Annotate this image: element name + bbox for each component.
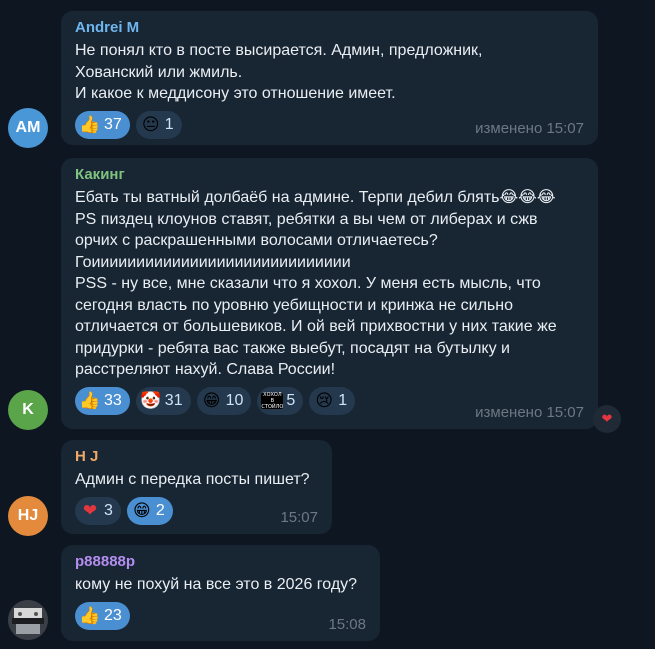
message-line: Админ с передка посты пишет? (75, 471, 310, 488)
avatar-initials: K (22, 401, 34, 418)
reaction-thumbs-up[interactable]: 👍 37 (75, 110, 130, 139)
reactions-bar: 👍 23 (75, 601, 366, 630)
reaction-count: 2 (155, 501, 165, 519)
message-line: расстреляют нахуй. Слава России! (75, 361, 336, 378)
message-text: Ебать ты ватный долбаёб на админе. Терпи… (75, 187, 584, 381)
avatar-photo (8, 600, 48, 640)
message-timestamp: изменено 15:07 (475, 404, 584, 421)
reaction-custom-sticker[interactable]: ХОХОЛ В СТОЙЛО 5 (257, 386, 304, 415)
message-timestamp: 15:08 (328, 616, 366, 633)
author-name[interactable]: Andrei M (75, 19, 584, 36)
reaction-thumbs-up[interactable]: 👍 33 (75, 386, 130, 415)
reaction-count: 5 (286, 391, 296, 409)
message-bubble[interactable]: p88888p кому не похуй на все это в 2026 … (61, 545, 380, 641)
message-line: кому не похуй на все это в 2026 году? (75, 576, 358, 593)
thumbs-up-icon: 👍 (79, 115, 101, 134)
message-line: орчих с раскрашенными волосами отличаете… (75, 232, 438, 249)
reaction-crying[interactable]: 😢 1 (309, 386, 356, 415)
neutral-face-icon: 😐 (141, 115, 160, 134)
reaction-clown[interactable]: 🤡 31 (135, 386, 191, 415)
thumbs-up-icon: 👍 (79, 391, 101, 410)
clown-face-icon: 🤡 (140, 391, 162, 410)
heart-icon[interactable]: ❤ (593, 405, 621, 433)
message-line: Гоиииииииииииииииииииииииииииии (75, 253, 351, 271)
avatar-initials: HJ (17, 507, 39, 524)
reaction-count: 31 (164, 391, 183, 409)
reaction-count: 33 (104, 391, 122, 409)
avatar[interactable]: K (8, 390, 48, 430)
message-line: PSS - ну все, мне сказали что я хохол. У… (75, 275, 541, 292)
custom-sticker-icon: ХОХОЛ В СТОЙЛО (261, 392, 284, 410)
message-bubble[interactable]: Какинг Ебать ты ватный долбаёб на админе… (61, 158, 598, 429)
message-line: придурки - ребята вас также выебут, поса… (75, 339, 510, 357)
message-text: Не понял кто в посте высирается. Админ, … (75, 40, 584, 105)
reaction-grinning[interactable]: 😁 2 (126, 496, 173, 525)
message-line: сегодня власть по уровню уебищности и кр… (75, 296, 513, 314)
message-line: Хованский или жмиль. (75, 63, 243, 81)
reaction-count: 3 (104, 501, 113, 519)
reaction-neutral-face[interactable]: 😐 1 (135, 110, 182, 139)
avatar[interactable]: HJ (8, 496, 48, 536)
reaction-heart[interactable]: ❤ 3 (75, 496, 121, 525)
thumbs-up-icon: 👍 (79, 606, 101, 625)
author-name[interactable]: Какинг (75, 166, 584, 183)
message-timestamp: изменено 15:07 (475, 120, 584, 137)
reaction-count: 37 (104, 115, 122, 133)
message-line: отличается от большевиков. И ой вей прих… (75, 318, 557, 335)
avatar[interactable] (8, 600, 48, 640)
message-line: Не понял кто в посте высирается. Админ, … (75, 42, 483, 59)
avatar[interactable]: AM (8, 108, 48, 148)
reaction-grinning[interactable]: 😁 10 (196, 386, 252, 415)
crying-face-icon: 😢 (315, 391, 334, 410)
message-bubble[interactable]: H J Админ с передка посты пишет? ❤ 3 😁 2… (61, 440, 332, 534)
message-line: PS пиздец клоунов ставят, ребятки а вы ч… (75, 210, 538, 228)
message-text: кому не похуй на все это в 2026 году? (75, 574, 366, 596)
reaction-count: 10 (225, 391, 244, 409)
author-name[interactable]: p88888p (75, 553, 366, 570)
message-line: Ебать ты ватный долбаёб на админе. Терпи… (75, 189, 556, 206)
grinning-face-icon: 😁 (202, 391, 221, 410)
reaction-count: 23 (104, 606, 122, 624)
side-reaction-emoji: ❤ (601, 411, 613, 426)
message-text: Админ с передка посты пишет? (75, 469, 318, 491)
chat-history: Andrei M Не понял кто в посте высирается… (0, 0, 655, 649)
author-name[interactable]: H J (75, 448, 318, 465)
avatar-initials: AM (15, 119, 41, 136)
heart-icon: ❤ (82, 501, 98, 520)
reaction-thumbs-up[interactable]: 👍 23 (75, 601, 130, 630)
message-bubble[interactable]: Andrei M Не понял кто в посте высирается… (61, 11, 598, 145)
message-timestamp: 15:07 (280, 509, 318, 526)
sticker-text: В СТОЙЛО (261, 397, 284, 410)
grinning-face-icon: 😁 (133, 501, 151, 520)
message-line: И какое к меддисону это отношение имеет. (75, 85, 396, 102)
reaction-count: 1 (338, 391, 348, 409)
reaction-count: 1 (164, 115, 174, 133)
